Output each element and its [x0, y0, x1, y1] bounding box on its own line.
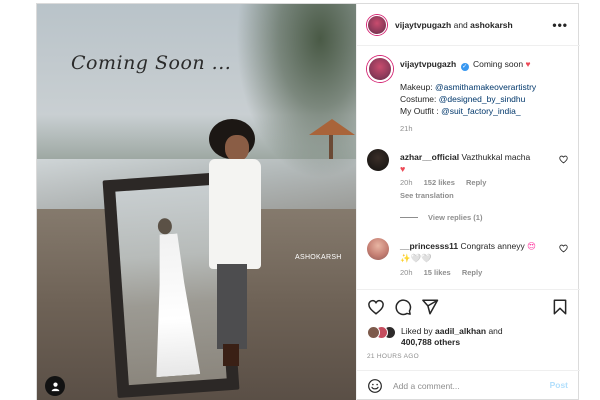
comment-emoji-line: ✨🤍🤍 [400, 253, 432, 263]
caption: vijaytvpugazh ✓ Coming soon ♥ Makeup: @a… [367, 56, 572, 136]
comment-bubble-icon[interactable] [394, 298, 412, 316]
credit-mention[interactable]: @designed_by_sindhu [439, 94, 526, 104]
post-header: vijaytvpugazh and ashokarsh ••• [357, 4, 580, 46]
caption-credit-line: Makeup: @asmithamakeoverartistry [400, 81, 570, 93]
reply-button[interactable]: Reply [462, 268, 482, 277]
comment-meta: 20h 15 likes Reply [400, 267, 550, 279]
add-comment-input[interactable] [393, 380, 533, 391]
comment-time: 20h [400, 268, 413, 277]
post-authors: vijaytvpugazh and ashokarsh [395, 20, 513, 30]
view-replies[interactable]: View replies (1) [400, 213, 482, 222]
red-heart-icon: ♥ [400, 164, 406, 174]
author-username[interactable]: vijaytvpugazh [395, 20, 451, 30]
red-heart-icon: ♥ [525, 59, 531, 69]
comment-text: Congrats anneyy [460, 241, 525, 251]
heart-eyes-emoji-icon: 😍 [527, 241, 537, 251]
photo-bride-reflection [145, 217, 200, 378]
caption-body: vijaytvpugazh ✓ Coming soon ♥ Makeup: @a… [400, 58, 570, 135]
post-photo[interactable]: Coming Soon ... ASHOKARSH [37, 4, 356, 400]
comment-avatar[interactable] [367, 238, 389, 260]
comment-likes[interactable]: 152 likes [424, 178, 455, 187]
author-avatar[interactable] [367, 14, 387, 35]
user-tag-button[interactable] [45, 376, 65, 396]
comment-username[interactable]: __princesss11 [400, 241, 458, 251]
like-heart-icon[interactable] [367, 298, 385, 316]
caption-time: 21h [400, 124, 413, 133]
collaborator-username[interactable]: ashokarsh [470, 20, 513, 30]
credit-label: Costume: [400, 94, 439, 104]
credit-mention[interactable]: @asmithamakeoverartistry [435, 82, 536, 92]
caption-credit-line: Costume: @designed_by_sindhu [400, 93, 570, 105]
photo-hut [309, 119, 355, 159]
bookmark-icon[interactable] [551, 298, 569, 316]
liked-by-row: Liked by aadil_alkhan and 400,788 others [367, 326, 503, 348]
add-comment-bar: Post [357, 370, 580, 400]
comment-body: azhar__official Vazthukkal macha ♥ 20h 1… [400, 151, 550, 202]
comment-text: Vazthukkal macha [461, 152, 531, 162]
replies-divider [400, 217, 418, 218]
heart-outline-icon[interactable] [559, 244, 568, 253]
liked-by-prefix: Liked by [401, 326, 433, 336]
caption-username[interactable]: vijaytvpugazh [400, 59, 456, 69]
post-actions: Liked by aadil_alkhan and 400,788 others… [357, 289, 580, 399]
credit-label: My Outfit : [400, 106, 442, 116]
liked-by-text: Liked by aadil_alkhan and 400,788 others [401, 326, 503, 348]
user-icon [51, 382, 59, 391]
comment-body: __princesss11 Congrats anneyy 😍 ✨🤍🤍 20h … [400, 240, 550, 279]
photo-man [205, 119, 269, 369]
reply-button[interactable]: Reply [466, 178, 486, 187]
photo-overlay-text: Coming Soon ... [71, 52, 232, 74]
comment-avatar[interactable] [367, 149, 389, 171]
see-translation-link[interactable]: See translation [400, 190, 550, 202]
liked-by-user[interactable]: aadil_alkhan [435, 326, 486, 336]
post-side-panel: vijaytvpugazh and ashokarsh ••• vijaytvp… [356, 4, 580, 400]
post-comment-button[interactable]: Post [550, 380, 568, 390]
comments-scroll-area[interactable]: vijaytvpugazh ✓ Coming soon ♥ Makeup: @a… [357, 46, 580, 289]
authors-joiner: and [453, 19, 468, 30]
likes-count-link[interactable]: 400,788 others [401, 337, 460, 347]
caption-avatar[interactable] [367, 56, 393, 82]
credit-label: Makeup: [400, 82, 435, 92]
instagram-post: Coming Soon ... ASHOKARSH vijaytvpugazh … [36, 3, 580, 400]
caption-text: Coming soon [472, 59, 524, 69]
post-time-ago[interactable]: 21 HOURS AGO [367, 353, 419, 360]
caption-credit-line: My Outfit : @suit_factory_india_ [400, 105, 570, 117]
heart-outline-icon[interactable] [559, 155, 568, 164]
view-replies-label[interactable]: View replies (1) [428, 213, 482, 222]
more-horizontal-icon[interactable]: ••• [552, 18, 568, 32]
credit-mention[interactable]: @suit_factory_india_ [441, 106, 521, 116]
liker-avatar[interactable] [367, 326, 380, 339]
verified-badge-icon: ✓ [460, 63, 469, 71]
comment-meta: 20h 152 likes Reply [400, 177, 550, 189]
comment-likes[interactable]: 15 likes [424, 268, 451, 277]
photo-watermark: ASHOKARSH [295, 254, 342, 261]
comment-item: azhar__official Vazthukkal macha ♥ 20h 1… [367, 149, 572, 207]
liked-by-joiner: and [488, 326, 503, 336]
comment-item: __princesss11 Congrats anneyy 😍 ✨🤍🤍 20h … [367, 238, 572, 284]
comment-time: 20h [400, 178, 413, 187]
comment-username[interactable]: azhar__official [400, 152, 459, 162]
emoji-smiley-icon[interactable] [367, 378, 383, 394]
share-paper-plane-icon[interactable] [421, 298, 439, 316]
